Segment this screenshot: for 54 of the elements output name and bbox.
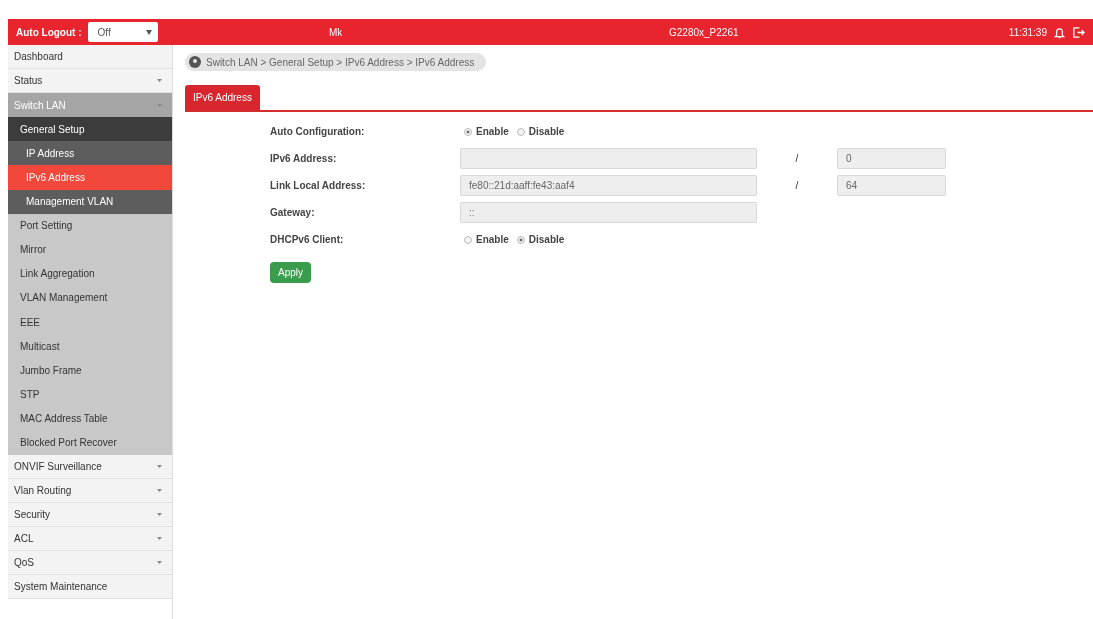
radio-button[interactable] [516, 127, 525, 136]
sidebar-item[interactable]: System Maintenance [8, 575, 172, 600]
caret-icon [157, 79, 162, 83]
radio-button[interactable] [464, 127, 472, 136]
device-model: G2280x_P2261 [669, 26, 740, 38]
sidebar-item[interactable]: Vlan Routing [8, 478, 172, 503]
caret-icon [157, 561, 162, 564]
caret-icon [157, 464, 162, 468]
clock-time: 11:31:39 [1008, 26, 1047, 38]
radio-label: Disable [528, 234, 565, 245]
sidebar-item[interactable]: Status [8, 69, 172, 94]
user-name: Mk [329, 26, 344, 38]
caret-icon [145, 29, 152, 35]
auto-logout-label: Auto Logout : [16, 26, 82, 38]
radio-button[interactable] [516, 235, 525, 244]
field-label: Gateway: [270, 207, 316, 218]
field-label: Link Local Address: [270, 180, 367, 191]
sidebar-item[interactable]: Security [8, 502, 172, 527]
sidebar-item[interactable]: Mirror [8, 237, 172, 262]
sidebar-item[interactable]: Management VLAN [8, 189, 172, 214]
radio-button[interactable] [464, 235, 472, 244]
sidebar-item[interactable]: QoS [8, 550, 172, 576]
sidebar-item[interactable]: General Setup [8, 117, 172, 142]
sidebar-item[interactable]: EEE [8, 310, 172, 335]
tab[interactable]: IPv6 Address [185, 85, 260, 110]
sidebar-item[interactable]: IP Address [8, 141, 172, 166]
radio-label: Disable [528, 126, 565, 137]
field-label: Auto Configuration: [270, 126, 366, 137]
caret-icon [157, 512, 162, 516]
field-label: DHCPv6 Client: [270, 234, 345, 245]
field-label: IPv6 Address: [270, 153, 338, 164]
sidebar-item[interactable]: Port Setting [8, 213, 172, 238]
sidebar-item[interactable]: MAC Address Table [8, 406, 172, 431]
sidebar-item[interactable]: IPv6 Address [8, 165, 172, 190]
sidebar-item[interactable]: Multicast [8, 334, 172, 359]
radio-label: Enable [476, 234, 509, 245]
caret-icon [157, 488, 162, 492]
separator-text: / [794, 153, 800, 164]
sidebar-item[interactable]: Link Aggregation [8, 261, 172, 286]
sidebar-item[interactable]: VLAN Management [8, 285, 172, 311]
location-pin-icon [189, 56, 201, 68]
radio-label: Enable [476, 126, 509, 137]
sidebar-item[interactable]: Dashboard [8, 45, 172, 70]
sidebar-item[interactable]: Jumbo Frame [8, 358, 172, 383]
breadcrumb-text: Switch LAN > General Setup > IPv6 Address > IPv6 Address [206, 56, 475, 68]
separator-text: / [794, 180, 800, 191]
sidebar-item[interactable]: STP [8, 382, 172, 407]
logout-icon[interactable] [1072, 25, 1085, 39]
bell-icon[interactable] [1053, 25, 1066, 39]
caret-icon [157, 536, 162, 540]
sidebar-item[interactable]: ACL [8, 526, 172, 551]
sidebar-item[interactable]: ONVIF Surveillance [8, 454, 172, 479]
sidebar-item[interactable]: Blocked Port Recover [8, 430, 172, 455]
auto-logout-select[interactable]: Off [87, 22, 158, 42]
